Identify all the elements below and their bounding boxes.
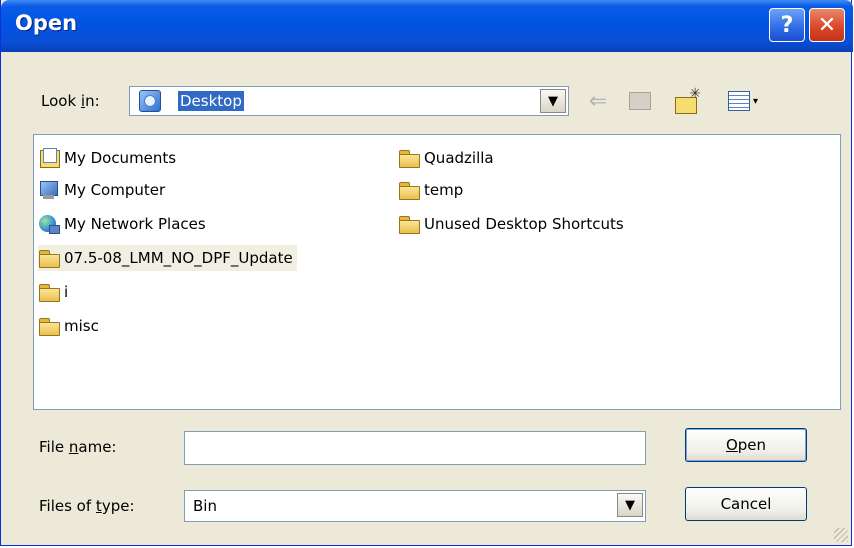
list-item-update-folder[interactable]: 07.5-08_LMM_NO_DPF_Update (38, 245, 297, 271)
folder-icon (38, 248, 60, 268)
list-item-label: temp (424, 181, 464, 199)
sparkle-icon: ✳ (689, 86, 701, 102)
list-item-my-documents[interactable]: My Documents (38, 145, 176, 171)
filetype-label: Files of type: (39, 497, 135, 515)
cancel-button[interactable]: Cancel (685, 487, 807, 521)
list-item-label: My Computer (64, 181, 166, 199)
list-item-quadzilla[interactable]: Quadzilla (398, 145, 494, 171)
view-list-icon (727, 91, 750, 111)
list-item-label: misc (64, 317, 99, 335)
open-dialog: Open ? ✕ Look in: Desktop ▼ ⇐ ✳ ▾ My Doc… (0, 0, 853, 546)
list-item-label: Unused Desktop Shortcuts (424, 215, 624, 233)
dropdown-arrow-icon[interactable]: ▼ (617, 493, 643, 517)
filename-label-prefix: File (39, 438, 69, 456)
list-item-label: i (64, 283, 69, 301)
open-button-label: pen (737, 436, 767, 454)
up-folder-icon (629, 92, 651, 110)
my-documents-icon (38, 148, 60, 168)
back-arrow-icon: ⇐ (588, 88, 608, 114)
network-icon (38, 214, 60, 234)
filetype-dropdown[interactable]: Bin ▼ (184, 490, 646, 522)
lookin-label-suffix: n: (85, 92, 100, 110)
close-button[interactable]: ✕ (809, 8, 845, 42)
file-list[interactable]: My Documents My Computer My Network Plac… (33, 134, 841, 410)
desktop-icon (139, 90, 161, 112)
list-item-label: My Network Places (64, 215, 206, 233)
list-item-label: My Documents (64, 149, 177, 167)
computer-icon (38, 180, 60, 200)
dropdown-arrow-icon[interactable]: ▼ (540, 89, 566, 113)
open-button[interactable]: Open (685, 428, 807, 462)
lookin-label: Look in: (41, 92, 100, 110)
folder-icon (38, 316, 60, 336)
back-button[interactable]: ⇐ (585, 88, 611, 114)
list-item-temp[interactable]: temp (398, 177, 463, 203)
folder-icon (398, 214, 420, 234)
list-item-label: 07.5-08_LMM_NO_DPF_Update (64, 249, 293, 267)
folder-icon (398, 148, 420, 168)
filename-label-accel: n (68, 438, 79, 456)
filename-input[interactable] (184, 431, 646, 465)
help-button[interactable]: ? (769, 8, 805, 42)
list-item-my-network-places[interactable]: My Network Places (38, 211, 206, 237)
lookin-dropdown[interactable]: Desktop ▼ (129, 86, 569, 116)
filetype-label-prefix: Files of (39, 497, 96, 515)
filename-label-suffix: ame: (78, 438, 117, 456)
help-icon: ? (780, 12, 794, 38)
chevron-down-icon: ▾ (752, 95, 759, 107)
list-item-unused-desktop-shortcuts[interactable]: Unused Desktop Shortcuts (398, 211, 624, 237)
lookin-label-prefix: Look (41, 92, 81, 110)
filename-label: File name: (39, 438, 116, 456)
list-item-label: Quadzilla (424, 149, 494, 167)
folder-icon (398, 180, 420, 200)
dialog-title: Open (15, 11, 78, 35)
close-icon: ✕ (817, 12, 837, 38)
list-item-my-computer[interactable]: My Computer (38, 177, 165, 203)
resize-grip[interactable] (834, 528, 848, 542)
lookin-selected-value: Desktop (177, 90, 245, 112)
open-button-accel: O (725, 436, 738, 454)
list-item-misc[interactable]: misc (38, 313, 99, 339)
list-item-i[interactable]: i (38, 279, 68, 305)
up-one-level-button[interactable] (627, 88, 653, 114)
view-menu-button[interactable]: ▾ (723, 88, 763, 114)
folder-icon (38, 282, 60, 302)
filetype-selected-value: Bin (193, 497, 217, 515)
title-bar[interactable]: Open ? ✕ (1, 0, 853, 52)
create-new-folder-button[interactable]: ✳ (669, 86, 703, 114)
cancel-button-label: Cancel (720, 495, 772, 513)
filetype-label-suffix: ype: (101, 497, 135, 515)
